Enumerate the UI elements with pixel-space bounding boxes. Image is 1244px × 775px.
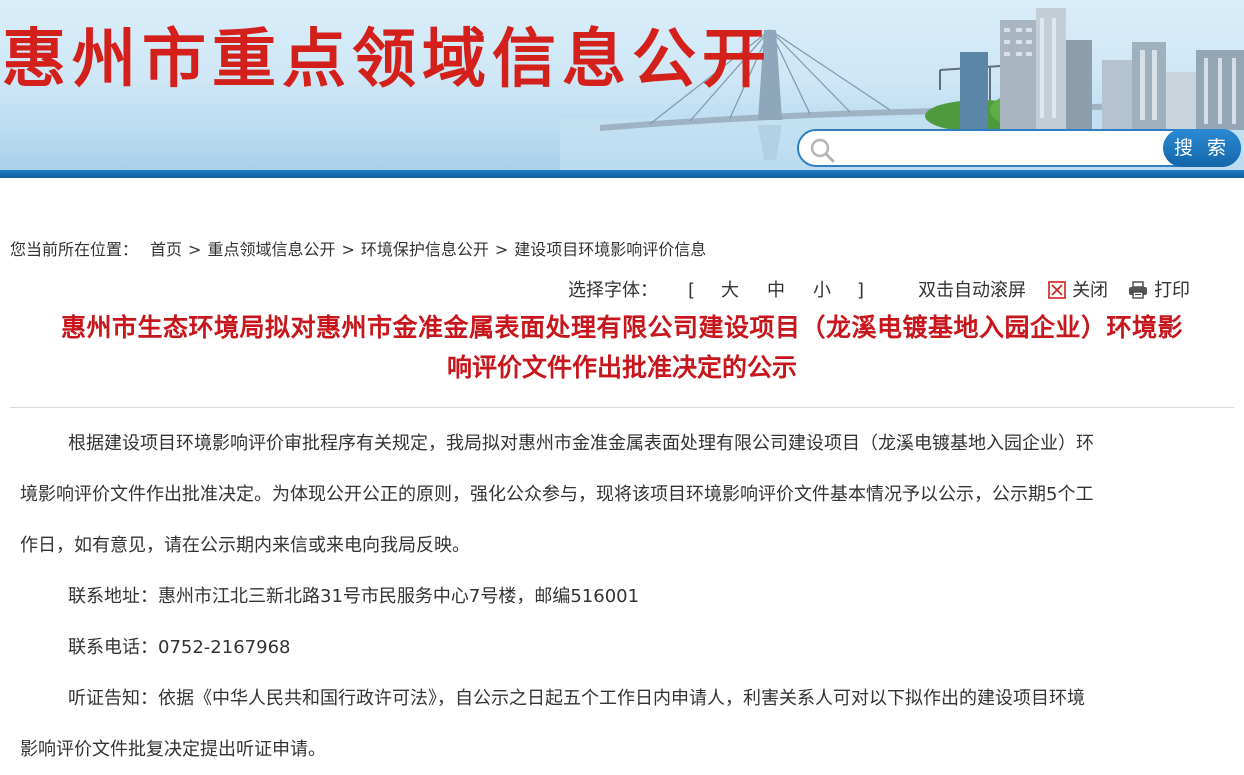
site-banner: 惠州市重点领域信息公开 搜 索: [0, 0, 1244, 170]
search-button[interactable]: 搜 索: [1163, 129, 1241, 167]
hearing-notice: 听证告知：依据《中华人民共和国行政许可法》，自公示之日起五个工作日内申请人，利害…: [20, 673, 1216, 775]
breadcrumb-separator: >: [188, 240, 202, 259]
paragraph-line: 作日，如有意见，请在公示期内来信或来电向我局反映。: [20, 535, 470, 556]
address-text: 联系地址：惠州市江北三新北路31号市民服务中心7号楼，邮编516001: [68, 586, 640, 607]
bracket-close: ]: [857, 280, 865, 301]
breadcrumb-separator: >: [494, 240, 509, 259]
article-title-line-1: 惠州市生态环境局拟对惠州市金准金属表面处理有限公司建设项目（龙溪电镀基地入园企业…: [60, 313, 1183, 342]
bracket-open: [: [688, 280, 696, 301]
article-body: 根据建设项目环境影响评价审批程序有关规定，我局拟对惠州市金准金属表面处理有限公司…: [20, 418, 1216, 775]
paragraph-line: 境影响评价文件作出批准决定。为体现公开公正的原则，强化公众参与，现将该项目环境影…: [20, 484, 1094, 505]
article-title: 惠州市生态环境局拟对惠州市金准金属表面处理有限公司建设项目（龙溪电镀基地入园企业…: [10, 312, 1234, 384]
font-size-large[interactable]: 大: [721, 278, 739, 304]
phone-text: 联系电话：0752-2167968: [68, 637, 291, 658]
breadcrumb-key-areas[interactable]: 重点领域信息公开: [207, 240, 335, 259]
auto-scroll-link[interactable]: 双击自动滚屏: [918, 278, 1026, 304]
banner-bottom-bar: [0, 170, 1244, 178]
article-tools: 选择字体： [ 大 中 小] 双击自动滚屏 关闭 打印: [568, 278, 1190, 304]
search-input[interactable]: [843, 135, 1157, 163]
hearing-line: 听证告知：依据《中华人民共和国行政许可法》，自公示之日起五个工作日内申请人，利害…: [68, 688, 1085, 709]
magnifier-icon: [810, 138, 835, 163]
font-size-label: 选择字体：: [568, 280, 658, 301]
title-divider: [10, 407, 1234, 408]
breadcrumb-separator: >: [341, 240, 355, 259]
search-box: 搜 索: [797, 129, 1241, 167]
contact-phone: 联系电话：0752-2167968: [20, 622, 1216, 673]
contact-address: 联系地址：惠州市江北三新北路31号市民服务中心7号楼，邮编516001: [20, 571, 1216, 622]
close-label: 关闭: [1072, 280, 1109, 301]
font-size-medium[interactable]: 中: [767, 278, 785, 304]
article-title-line-2: 响评价文件作出批准决定的公示: [446, 353, 797, 382]
breadcrumb-eia[interactable]: 建设项目环境影响评价信息: [514, 240, 706, 259]
close-link[interactable]: 关闭: [1048, 278, 1108, 304]
paragraph-line: 根据建设项目环境影响评价审批程序有关规定，我局拟对惠州市金准金属表面处理有限公司…: [68, 433, 1094, 454]
printer-icon: [1129, 281, 1148, 299]
breadcrumb-environment[interactable]: 环境保护信息公开: [361, 240, 489, 259]
breadcrumb-home[interactable]: 首页: [150, 240, 182, 259]
hearing-line: 影响评价文件批复决定提出听证申请。: [20, 739, 326, 760]
breadcrumb: 您当前所在位置： 首页 > 重点领域信息公开 > 环境保护信息公开 > 建设项目环境影响评价信…: [10, 238, 706, 262]
notice-paragraph: 根据建设项目环境影响评价审批程序有关规定，我局拟对惠州市金准金属表面处理有限公司…: [20, 418, 1216, 571]
print-label: 打印: [1154, 280, 1191, 301]
breadcrumb-prefix: 您当前所在位置：: [10, 240, 139, 259]
print-link[interactable]: 打印: [1128, 278, 1190, 304]
font-size-small[interactable]: 小: [813, 278, 831, 304]
close-box-icon: [1048, 281, 1066, 299]
site-title: 惠州市重点领域信息公开: [2, 23, 772, 97]
